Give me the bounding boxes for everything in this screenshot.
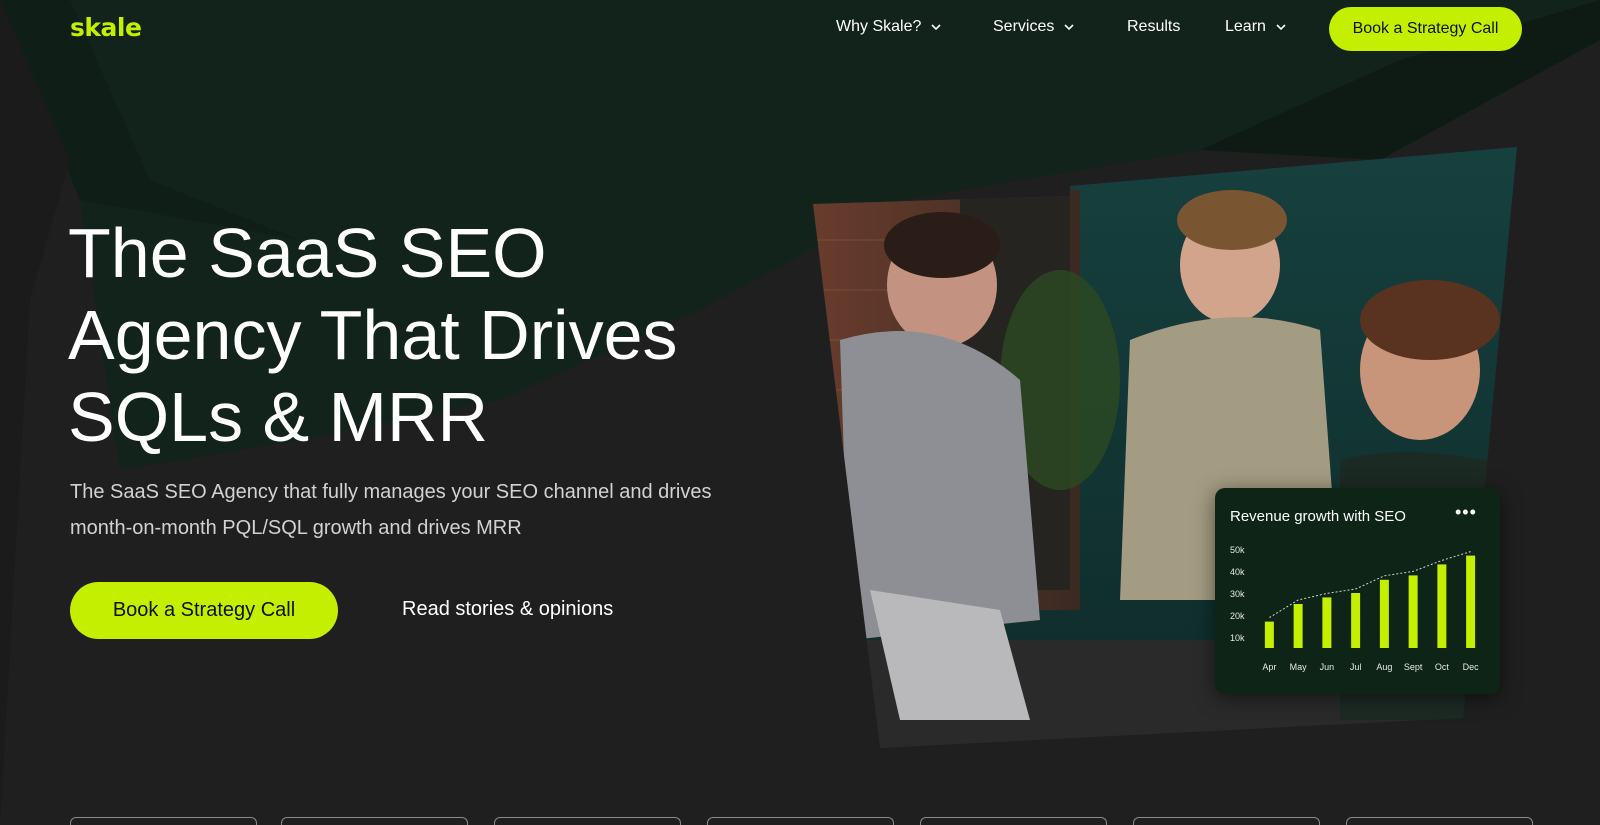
- nav-learn[interactable]: Learn: [1225, 18, 1286, 36]
- x-tick-label: Oct: [1435, 662, 1450, 672]
- nav-services[interactable]: Services: [993, 18, 1074, 36]
- x-tick-label: Jul: [1350, 662, 1362, 672]
- revenue-bar: [1466, 555, 1476, 648]
- revenue-bar: [1351, 593, 1361, 648]
- revenue-chart: 50k 40k 30k 20k 10k Apr May Jun Jul Aug Sept Oct Dec: [1230, 545, 1480, 672]
- x-tick-label: Aug: [1376, 662, 1392, 672]
- revenue-bar: [1293, 604, 1303, 648]
- x-tick-label: Dec: [1463, 662, 1480, 672]
- chevron-down-icon: [931, 24, 941, 31]
- nav-book-call-button[interactable]: Book a Strategy Call: [1329, 7, 1522, 51]
- client-logo-tile: [494, 817, 681, 825]
- hero-title: The SaaS SEO Agency That Drives SQLs & M…: [68, 212, 788, 458]
- client-logo-tile: [1346, 817, 1533, 825]
- client-logo-tile: [70, 817, 257, 825]
- nav-why-skale[interactable]: Why Skale?: [836, 18, 941, 36]
- x-tick-label: May: [1290, 662, 1308, 672]
- hero-subtitle-line: The SaaS SEO Agency that fully manages y…: [70, 481, 712, 503]
- revenue-bar: [1437, 564, 1447, 648]
- hero-title-line: Agency That Drives: [68, 296, 678, 374]
- nav-services-label: Services: [993, 18, 1055, 35]
- hero-title-line: The SaaS SEO: [68, 214, 547, 292]
- client-logo-tile: [281, 817, 468, 825]
- y-tick-label: 30k: [1230, 589, 1245, 599]
- nav-learn-label: Learn: [1225, 18, 1266, 35]
- chevron-down-icon: [1064, 24, 1074, 31]
- x-tick-label: Sept: [1404, 662, 1423, 672]
- hero-title-line: SQLs & MRR: [68, 378, 489, 456]
- skale-logo[interactable]: skale: [70, 13, 142, 42]
- hero-subtitle: The SaaS SEO Agency that fully manages y…: [70, 474, 760, 546]
- revenue-bar: [1408, 575, 1418, 648]
- client-logo-tile: [1133, 817, 1320, 825]
- y-tick-label: 40k: [1230, 567, 1245, 577]
- revenue-bar: [1322, 597, 1332, 648]
- x-tick-label: Jun: [1320, 662, 1335, 672]
- top-navigation: skale Why Skale? Services Results Learn …: [0, 0, 1600, 58]
- revenue-bar: [1379, 579, 1389, 648]
- revenue-bar: [1264, 621, 1274, 648]
- client-logo-tile: [920, 817, 1107, 825]
- revenue-growth-card: Revenue growth with SEO ••• 50k 40k 30k 20k…: [1215, 488, 1500, 694]
- chevron-down-icon: [1276, 24, 1286, 31]
- x-tick-label: Apr: [1262, 662, 1276, 672]
- read-stories-link[interactable]: Read stories & opinions: [402, 598, 613, 621]
- nav-results-label: Results: [1127, 18, 1181, 35]
- y-tick-label: 10k: [1230, 633, 1245, 643]
- hero-book-call-button[interactable]: Book a Strategy Call: [70, 582, 338, 639]
- y-tick-label: 20k: [1230, 611, 1245, 621]
- y-tick-label: 50k: [1230, 545, 1245, 555]
- nav-results[interactable]: Results: [1127, 18, 1180, 36]
- nav-why-skale-label: Why Skale?: [836, 18, 922, 35]
- hero-subtitle-line: month-on-month PQL/SQL growth and drives…: [70, 517, 522, 539]
- client-logo-tile: [707, 817, 894, 825]
